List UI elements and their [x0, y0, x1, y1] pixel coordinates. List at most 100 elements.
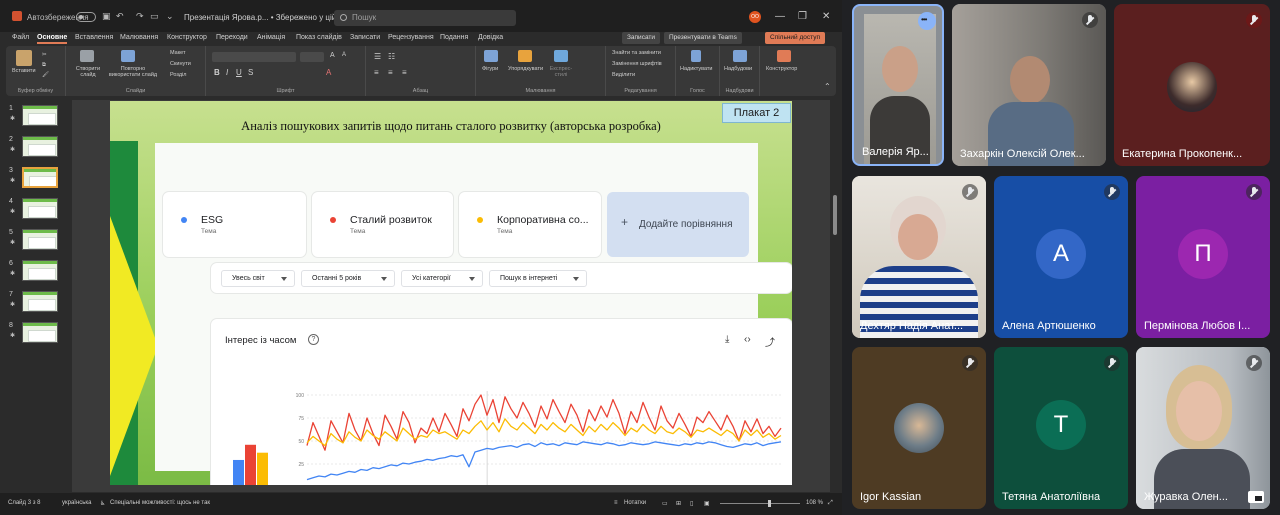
zoom-level[interactable]: 108 %	[806, 500, 823, 506]
vertical-scrollbar[interactable]	[830, 100, 842, 492]
layout-button[interactable]: Макет	[170, 50, 186, 56]
quick-styles-label[interactable]: Експрес-стилі	[548, 66, 574, 78]
slide-thumbnail[interactable]: 4 ✱	[0, 196, 70, 226]
tab-animations[interactable]: Анімація	[257, 34, 285, 41]
tab-file[interactable]: Файл	[12, 34, 29, 41]
slide-thumbnail[interactable]: 7 ✱	[0, 289, 70, 319]
user-avatar[interactable]: ОО	[749, 11, 761, 23]
replace-fonts-button[interactable]: Замінення шрифтів	[612, 61, 662, 67]
bold-icon[interactable]: B	[214, 68, 220, 77]
numbering-icon[interactable]: ☷	[388, 52, 395, 61]
normal-view-icon[interactable]: ▭	[662, 500, 668, 507]
tab-transitions[interactable]: Переходи	[216, 34, 248, 41]
font-size-combo[interactable]	[300, 52, 324, 62]
paste-icon[interactable]	[16, 50, 32, 66]
font-color-icon[interactable]: A	[326, 68, 331, 77]
present-in-teams-button[interactable]: Презентувати в Teams	[664, 32, 742, 44]
customize-qat-icon[interactable]: ⌄	[166, 11, 174, 22]
current-slide[interactable]: Аналіз пошукових запитів щодо питань ста…	[110, 101, 792, 485]
participant-tile[interactable]: Журавка Олен...	[1136, 347, 1270, 509]
designer-label[interactable]: Конструктор	[766, 66, 797, 72]
more-options-icon[interactable]	[918, 12, 936, 30]
language-indicator[interactable]: українська	[62, 500, 92, 506]
notes-button[interactable]: Нотатки	[624, 500, 646, 506]
designer-icon[interactable]	[777, 50, 791, 62]
reuse-slides-label[interactable]: Повторно використати слайд	[108, 66, 158, 78]
record-button[interactable]: Записати	[622, 32, 661, 44]
italic-icon[interactable]: I	[226, 68, 228, 77]
accessibility-status[interactable]: Спеціальні можливості: щось не так	[110, 500, 210, 506]
reading-view-icon[interactable]: ▯	[690, 500, 693, 507]
slideshow-view-icon[interactable]: ▣	[704, 500, 710, 507]
shapes-label[interactable]: Фігури	[482, 66, 498, 72]
slide-thumbnail-selected[interactable]: 3 ✱	[0, 165, 70, 195]
shapes-icon[interactable]	[484, 50, 498, 62]
participant-tile[interactable]: П Пермінова Любов І...	[1136, 176, 1270, 338]
quick-styles-icon[interactable]	[554, 50, 568, 62]
addins-label[interactable]: Надбудови	[724, 66, 752, 72]
bullets-icon[interactable]: ☰	[374, 52, 381, 61]
autosave-toggle[interactable]	[76, 12, 96, 22]
redo-icon[interactable]: ↷	[136, 11, 144, 22]
arrange-icon[interactable]	[518, 50, 532, 62]
tab-slideshow[interactable]: Показ слайдів	[296, 34, 342, 41]
dictate-icon[interactable]	[691, 50, 701, 62]
select-button[interactable]: Виділити	[612, 72, 635, 78]
align-center-icon[interactable]: ≡	[388, 68, 393, 77]
tab-design[interactable]: Конструктор	[167, 34, 207, 41]
font-name-combo[interactable]	[212, 52, 296, 62]
participant-tile[interactable]: Т Тетяна Анатоліївна	[994, 347, 1128, 509]
tab-draw[interactable]: Малювання	[120, 34, 158, 41]
participant-tile[interactable]: Валерія Яр...	[852, 4, 944, 166]
tab-record[interactable]: Записати	[350, 34, 380, 41]
align-left-icon[interactable]: ≡	[374, 68, 379, 77]
dictate-label[interactable]: Надиктувати	[680, 66, 713, 72]
slide-thumbnail[interactable]: 1 ✱	[0, 103, 70, 133]
save-icon[interactable]: ▣	[102, 11, 111, 22]
reuse-slides-icon[interactable]	[121, 50, 135, 62]
copy-icon[interactable]: ⧉	[42, 62, 46, 69]
collapse-ribbon-icon[interactable]: ⌃	[824, 82, 831, 91]
cut-icon[interactable]: ✂	[42, 52, 47, 58]
slide-thumbnail[interactable]: 5 ✱	[0, 227, 70, 257]
reset-button[interactable]: Скинути	[170, 61, 191, 67]
scrollbar-thumb[interactable]	[833, 195, 837, 235]
slide-thumbnail[interactable]: 6 ✱	[0, 258, 70, 288]
new-slide-label[interactable]: Створити слайд	[72, 66, 104, 78]
slide-thumbnail[interactable]: 2 ✱	[0, 134, 70, 164]
undo-icon[interactable]: ↶	[116, 11, 124, 22]
shadow-icon[interactable]: S	[248, 68, 253, 77]
arrange-label[interactable]: Упорядкувати	[508, 66, 543, 72]
find-replace-button[interactable]: Знайти та замінити	[612, 50, 661, 56]
format-painter-icon[interactable]: 🖌	[42, 72, 49, 78]
minimize-icon[interactable]: —	[775, 11, 785, 22]
tab-help[interactable]: Довідка	[478, 34, 503, 41]
section-button[interactable]: Розділ	[170, 72, 186, 78]
participant-tile[interactable]: Екатерина Прокопенк...	[1114, 4, 1270, 166]
underline-icon[interactable]: U	[236, 68, 242, 77]
close-icon[interactable]: ✕	[822, 11, 830, 22]
file-name[interactable]: Презентація Ярова.р... • Збережено у цій…	[184, 13, 349, 22]
shrink-font-icon[interactable]: A	[342, 52, 346, 58]
grow-font-icon[interactable]: A	[330, 52, 335, 59]
tab-insert[interactable]: Вставлення	[75, 34, 113, 41]
tab-home[interactable]: Основне	[37, 34, 68, 44]
participant-tile[interactable]: Захаркін Олексій Олек...	[952, 4, 1106, 166]
align-right-icon[interactable]: ≡	[402, 68, 407, 77]
slide-thumbnail[interactable]: 8 ✱	[0, 320, 70, 350]
share-button[interactable]: Спільний доступ	[765, 32, 825, 44]
tab-review[interactable]: Рецензування	[388, 34, 434, 41]
tab-view[interactable]: Подання	[440, 34, 468, 41]
participant-tile[interactable]: Igor Kassian	[852, 347, 986, 509]
slide-sorter-icon[interactable]: ⊞	[676, 500, 681, 507]
new-slide-icon[interactable]	[80, 50, 94, 62]
zoom-slider[interactable]	[720, 500, 800, 507]
participant-tile[interactable]: А Алена Артюшенко	[994, 176, 1128, 338]
addins-icon[interactable]	[733, 50, 747, 62]
slideshow-icon[interactable]: ▭	[150, 11, 159, 22]
picture-in-picture-icon[interactable]	[1248, 491, 1264, 503]
fit-slide-icon[interactable]: ⤢	[828, 500, 833, 507]
participant-tile[interactable]: Дехтяр Надія Анат...	[852, 176, 986, 338]
search-input[interactable]: Пошук	[334, 10, 516, 26]
restore-icon[interactable]: ❐	[798, 11, 807, 22]
